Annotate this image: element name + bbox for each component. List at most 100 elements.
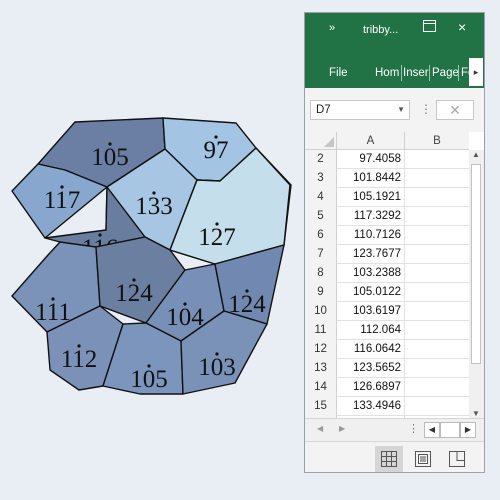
page-layout-view-icon[interactable] <box>409 446 437 472</box>
row-header[interactable]: 5 <box>305 207 337 226</box>
cell-a[interactable]: 123.7677 <box>337 245 405 264</box>
voronoi-cell-label: 111 <box>35 299 71 326</box>
cell-a[interactable]: 123.5652 <box>337 359 405 378</box>
row-header[interactable]: 15 <box>305 397 337 416</box>
sheet-bar-grip-icon[interactable]: ⋮ <box>408 422 419 435</box>
voronoi-cell-label: 117 <box>44 187 81 214</box>
row-header[interactable]: 8 <box>305 264 337 283</box>
cell-a[interactable]: 112.064 <box>337 321 405 340</box>
cell-a[interactable]: 105.0122 <box>337 283 405 302</box>
cell-a[interactable]: 126.6897 <box>337 378 405 397</box>
row-header[interactable]: 14 <box>305 378 337 397</box>
row-header[interactable]: 6 <box>305 226 337 245</box>
hscroll-left-icon[interactable]: ◀ <box>424 422 440 438</box>
tab-page-layout[interactable]: Page <box>432 67 459 79</box>
close-icon[interactable]: × <box>458 19 466 35</box>
voronoi-cell-label: 124 <box>115 280 153 307</box>
tab-separator <box>458 65 459 81</box>
table-row: 12 116.0642 <box>305 340 469 359</box>
cell-b[interactable] <box>405 340 469 359</box>
row-header[interactable]: 4 <box>305 188 337 207</box>
column-header-b[interactable]: B <box>405 132 469 150</box>
table-row: 7 123.7677 <box>305 245 469 264</box>
cell-b[interactable] <box>405 378 469 397</box>
row-header[interactable]: 10 <box>305 302 337 321</box>
table-row: 10 103.6197 <box>305 302 469 321</box>
cell-a[interactable]: 97.4058 <box>337 150 405 169</box>
excel-window: » tribby... × File Hom Inser Page Fo ▸ D… <box>304 12 485 473</box>
page-break-view-icon[interactable] <box>443 446 471 472</box>
ribbon-scroll-right-icon[interactable]: ▸ <box>469 58 483 86</box>
cell-b[interactable] <box>405 397 469 416</box>
cell-b[interactable] <box>405 321 469 340</box>
table-row: 3 101.8442 <box>305 169 469 188</box>
cell-a[interactable]: 105.1921 <box>337 188 405 207</box>
voronoi-cell-label: 105 <box>130 366 168 393</box>
voronoi-cell-label: 133 <box>135 193 173 220</box>
cell-a[interactable]: 116.0642 <box>337 340 405 359</box>
table-row: 11 112.064 <box>305 321 469 340</box>
cell-b[interactable] <box>405 283 469 302</box>
scroll-down-icon[interactable]: ▼ <box>472 409 480 418</box>
ribbon-tabs: File Hom Inser Page Fo ▸ <box>305 46 484 88</box>
table-row: 15 133.4946 <box>305 397 469 416</box>
cell-b[interactable] <box>405 150 469 169</box>
tab-separator <box>401 65 402 81</box>
row-header[interactable]: 12 <box>305 340 337 359</box>
column-header-a[interactable]: A <box>337 132 405 150</box>
voronoi-cell-label: 127 <box>198 224 236 251</box>
quick-access-icon[interactable]: » <box>329 22 335 34</box>
table-row: 9 105.0122 <box>305 283 469 302</box>
table-row: 8 103.2388 <box>305 264 469 283</box>
row-header[interactable]: 2 <box>305 150 337 169</box>
table-row: 6 110.7126 <box>305 226 469 245</box>
voronoi-map: 1059711713310211612711112410412411210510… <box>11 117 292 395</box>
row-header[interactable]: 13 <box>305 359 337 378</box>
cell-b[interactable] <box>405 359 469 378</box>
row-header[interactable]: 9 <box>305 283 337 302</box>
title-bar: » tribby... × <box>305 13 484 46</box>
sheet-nav-right-icon[interactable]: ▶ <box>339 424 345 433</box>
select-all-corner[interactable] <box>305 132 337 150</box>
restore-window-icon[interactable] <box>423 20 436 32</box>
chevron-down-icon[interactable]: ▼ <box>397 101 405 119</box>
table-row: 5 117.3292 <box>305 207 469 226</box>
scroll-up-icon[interactable]: ▲ <box>472 150 480 159</box>
horizontal-scrollbar[interactable] <box>440 422 460 438</box>
sheet-nav-left-icon[interactable]: ◀ <box>317 424 323 433</box>
spreadsheet-grid[interactable]: A B 2 97.4058 3 101.8442 4 105.1921 5 117.3292 6… <box>305 132 469 432</box>
status-bar <box>305 441 484 472</box>
cell-b[interactable] <box>405 226 469 245</box>
cancel-entry-icon[interactable]: ✕ <box>436 100 474 120</box>
hscroll-right-icon[interactable]: ▶ <box>460 422 476 438</box>
vertical-scrollbar[interactable]: ▲ ▼ <box>469 150 484 418</box>
cell-b[interactable] <box>405 169 469 188</box>
cell-b[interactable] <box>405 207 469 226</box>
tab-separator <box>429 65 430 81</box>
cell-a[interactable]: 117.3292 <box>337 207 405 226</box>
window-title: tribby... <box>363 24 399 36</box>
name-box[interactable]: D7 ▼ <box>310 100 410 120</box>
scroll-thumb[interactable] <box>471 164 481 364</box>
row-header[interactable]: 7 <box>305 245 337 264</box>
cell-a[interactable]: 133.4946 <box>337 397 405 416</box>
tab-insert[interactable]: Inser <box>403 67 429 79</box>
name-box-value: D7 <box>316 104 331 116</box>
cell-a[interactable]: 101.8442 <box>337 169 405 188</box>
cell-a[interactable]: 110.7126 <box>337 226 405 245</box>
row-header[interactable]: 3 <box>305 169 337 188</box>
formula-bar-grip-icon[interactable]: ⋮ <box>420 102 432 116</box>
table-row: 13 123.5652 <box>305 359 469 378</box>
tab-file[interactable]: File <box>329 67 348 79</box>
cell-b[interactable] <box>405 264 469 283</box>
normal-view-icon[interactable] <box>375 446 403 472</box>
cell-b[interactable] <box>405 245 469 264</box>
row-header[interactable]: 11 <box>305 321 337 340</box>
cell-a[interactable]: 103.6197 <box>337 302 405 321</box>
table-row: 4 105.1921 <box>305 188 469 207</box>
cell-a[interactable]: 103.2388 <box>337 264 405 283</box>
tab-home[interactable]: Hom <box>375 67 399 79</box>
cell-b[interactable] <box>405 302 469 321</box>
sheet-tab-bar: ◀ ▶ ⋮ ◀ ▶ <box>305 418 484 441</box>
cell-b[interactable] <box>405 188 469 207</box>
